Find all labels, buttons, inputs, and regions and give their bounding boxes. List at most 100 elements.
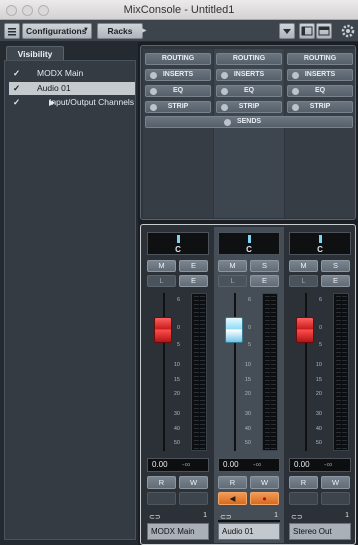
- read-automation-button[interactable]: R: [218, 476, 247, 489]
- visibility-item-io-channels[interactable]: ✓ ▶ Input/Output Channels: [9, 96, 135, 109]
- empty-slot: [179, 492, 208, 505]
- solo-button[interactable]: E: [179, 260, 208, 272]
- inserts-label: INSERTS: [162, 71, 194, 78]
- strip-rack-button[interactable]: STRIP: [145, 101, 211, 113]
- record-icon: ●: [262, 494, 267, 503]
- link-icon: ⊂⊃: [149, 514, 161, 521]
- routing-rack-button[interactable]: ROUTING: [216, 53, 282, 65]
- configurations-button[interactable]: Configurations ▼: [22, 23, 92, 39]
- record-enable-button[interactable]: ●: [250, 492, 279, 505]
- tab-visibility[interactable]: Visibility: [6, 46, 64, 61]
- pan-control[interactable]: C: [289, 232, 351, 255]
- channel-number: 1: [274, 512, 278, 519]
- strip-label: STRIP: [238, 103, 260, 110]
- edit-channel-button[interactable]: E: [250, 275, 279, 287]
- level-readout[interactable]: 0.00 -∞: [147, 458, 209, 472]
- bypass-dot-icon[interactable]: [221, 104, 228, 111]
- scale-label: 15: [244, 377, 251, 383]
- bypass-dot-icon[interactable]: [150, 104, 157, 111]
- inserts-rack-button[interactable]: INSERTS: [216, 69, 282, 81]
- bypass-dot-icon[interactable]: [292, 104, 299, 111]
- checkmark-icon[interactable]: ✓: [13, 82, 20, 95]
- level-readout[interactable]: 0.00 -∞: [289, 458, 351, 472]
- channel-name[interactable]: MODX Main: [147, 523, 209, 540]
- eq-rack-button[interactable]: EQ: [145, 85, 211, 97]
- volume-fader-handle[interactable]: [296, 317, 314, 343]
- level-readout[interactable]: 0.00 -∞: [218, 458, 280, 472]
- read-automation-button[interactable]: R: [289, 476, 318, 489]
- bypass-dot-icon[interactable]: [221, 88, 228, 95]
- level-meter: [262, 293, 278, 451]
- peak-value: -∞: [324, 460, 333, 469]
- eq-label: EQ: [243, 87, 255, 94]
- volume-fader-handle[interactable]: [225, 317, 243, 343]
- racks-button[interactable]: Racks: [97, 23, 143, 39]
- visibility-item-label: MODX Main: [37, 68, 84, 78]
- routing-rack-button[interactable]: ROUTING: [287, 53, 353, 65]
- window-zone-icon[interactable]: [316, 23, 332, 39]
- rack-column-audio-01: ROUTING INSERTS EQ STRIP: [214, 49, 284, 218]
- write-automation-button[interactable]: W: [179, 476, 208, 489]
- channel-number: 1: [203, 512, 207, 519]
- monitor-button[interactable]: ◀: [218, 492, 247, 505]
- bypass-dot-icon[interactable]: [292, 72, 299, 79]
- visibility-list: ✓ MODX Main ✓ Audio 01 ✓ ▶ Input/Output …: [4, 60, 136, 540]
- settings-gear-icon[interactable]: [340, 23, 356, 39]
- read-automation-button[interactable]: R: [147, 476, 176, 489]
- listen-button[interactable]: L: [289, 275, 318, 287]
- write-automation-button[interactable]: W: [250, 476, 279, 489]
- eq-label: EQ: [172, 87, 184, 94]
- level-value: 0.00: [152, 460, 168, 469]
- visibility-item-modx-main[interactable]: ✓ MODX Main: [9, 67, 135, 80]
- window-layout-icon[interactable]: [4, 23, 20, 39]
- scale-label: 40: [244, 426, 251, 432]
- write-automation-button[interactable]: W: [321, 476, 350, 489]
- strip-rack-button[interactable]: STRIP: [216, 101, 282, 113]
- pan-indicator: [248, 235, 251, 243]
- mute-button[interactable]: M: [147, 260, 176, 272]
- scale-label: 40: [173, 426, 180, 432]
- mute-button[interactable]: M: [289, 260, 318, 272]
- pan-value: C: [317, 245, 323, 254]
- visibility-item-label: Input/Output Channels: [49, 97, 135, 107]
- strip-rack-button[interactable]: STRIP: [287, 101, 353, 113]
- scale-label: 30: [315, 411, 322, 417]
- fader-area: 6 0 5 10 15 20 30 40 50: [289, 293, 351, 453]
- fader-area: 6 0 5 10 15 20 30 40 50: [218, 293, 280, 453]
- checkmark-icon[interactable]: ✓: [13, 67, 20, 80]
- solo-button[interactable]: S: [250, 260, 279, 272]
- solo-button[interactable]: S: [321, 260, 350, 272]
- channel-name[interactable]: Stereo Out: [289, 523, 351, 540]
- eq-rack-button[interactable]: EQ: [216, 85, 282, 97]
- listen-button[interactable]: L: [147, 275, 176, 287]
- bypass-dot-icon[interactable]: [224, 119, 231, 126]
- scale-label: 15: [315, 377, 322, 383]
- routing-rack-button[interactable]: ROUTING: [145, 53, 211, 65]
- fader-section: C M E L E 6 0 5 10 15 20 30 40 50 0.00 -∞…: [140, 224, 356, 545]
- bypass-dot-icon[interactable]: [150, 72, 157, 79]
- inserts-rack-button[interactable]: INSERTS: [145, 69, 211, 81]
- left-zone-icon[interactable]: [299, 23, 315, 39]
- volume-fader-handle[interactable]: [154, 317, 172, 343]
- edit-channel-button[interactable]: E: [321, 275, 350, 287]
- inserts-rack-button[interactable]: INSERTS: [287, 69, 353, 81]
- edit-channel-button[interactable]: E: [179, 275, 208, 287]
- strip-label: STRIP: [309, 103, 331, 110]
- scale-label: 50: [173, 440, 180, 446]
- empty-slot: [321, 492, 350, 505]
- functions-menu-icon[interactable]: [279, 23, 295, 39]
- racks-menu-icon[interactable]: ▶: [142, 27, 148, 35]
- rack-column-stereo-out: ROUTING INSERTS EQ STRIP: [285, 49, 355, 218]
- checkmark-icon[interactable]: ✓: [13, 96, 20, 109]
- bypass-dot-icon[interactable]: [221, 72, 228, 79]
- bypass-dot-icon[interactable]: [292, 88, 299, 95]
- visibility-item-audio-01[interactable]: ✓ Audio 01: [9, 82, 135, 95]
- pan-control[interactable]: C: [218, 232, 280, 255]
- channel-name[interactable]: Audio 01: [218, 523, 280, 540]
- eq-rack-button[interactable]: EQ: [287, 85, 353, 97]
- pan-control[interactable]: C: [147, 232, 209, 255]
- sends-rack-button[interactable]: SENDS: [145, 116, 353, 128]
- mute-button[interactable]: M: [218, 260, 247, 272]
- bypass-dot-icon[interactable]: [150, 88, 157, 95]
- listen-button[interactable]: L: [218, 275, 247, 287]
